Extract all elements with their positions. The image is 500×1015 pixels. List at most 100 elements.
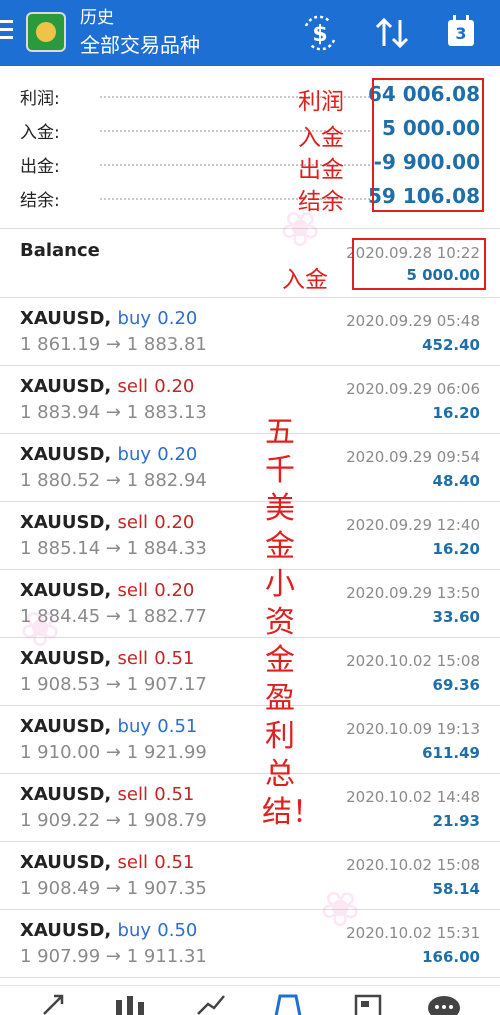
trade-symbol-line: XAUUSD, sell 0.20 <box>20 512 194 533</box>
summary-label: 出金: <box>20 157 60 177</box>
open-price: 1 908.53 <box>20 674 101 695</box>
bottom-nav <box>0 985 500 1015</box>
trade-profit: 21.93 <box>432 812 480 830</box>
trade-volume: 0.51 <box>154 852 195 873</box>
quotes-icon[interactable] <box>34 990 74 1015</box>
trade-symbol-line: XAUUSD, buy 0.20 <box>20 444 197 465</box>
trade-prices: 1 909.22 → 1 908.79 <box>20 810 207 831</box>
annotation-box-summary <box>372 78 484 212</box>
trade-profit: 48.40 <box>432 472 480 490</box>
trade-volume: 0.51 <box>157 716 198 737</box>
arrow-right-icon: → <box>100 402 127 423</box>
trade-type: sell <box>117 512 148 533</box>
annotation-profit: 利润 <box>298 89 344 115</box>
trade-volume: 0.20 <box>157 308 198 329</box>
arrow-right-icon: → <box>100 878 127 899</box>
trade-row[interactable]: XAUUSD, buy 0.51 1 910.00 → 1 921.99 2020.… <box>0 706 500 774</box>
trade-row[interactable]: XAUUSD, sell 0.51 1 908.53 → 1 907.17 2020… <box>0 638 500 706</box>
trade-prices: 1 908.53 → 1 907.17 <box>20 674 207 695</box>
trade-prices: 1 880.52 → 1 882.94 <box>20 470 207 491</box>
app-logo <box>26 12 66 52</box>
news-icon[interactable] <box>348 990 388 1015</box>
separator: , <box>104 648 118 669</box>
trade-prices: 1 907.99 → 1 911.31 <box>20 946 207 967</box>
trade-row[interactable]: XAUUSD, sell 0.51 1 908.49 → 1 907.35 2020… <box>0 842 500 910</box>
close-price: 1 883.81 <box>126 334 207 355</box>
trade-row[interactable]: XAUUSD, buy 0.50 1 907.99 → 1 911.31 2020.… <box>0 910 500 978</box>
close-price: 1 911.31 <box>126 946 207 967</box>
arrow-right-icon: → <box>100 742 127 763</box>
trade-time: 2020.10.02 15:08 <box>346 652 480 670</box>
trade-time: 2020.10.02 15:08 <box>346 856 480 874</box>
trade-prices: 1 883.94 → 1 883.13 <box>20 402 207 423</box>
annotation-box-balance <box>352 238 486 290</box>
trade-type: buy <box>117 444 152 465</box>
annotation-deposit: 入金 <box>298 125 344 151</box>
trade-row[interactable]: XAUUSD, buy 0.20 1 880.52 → 1 882.94 2020.… <box>0 434 500 502</box>
chat-icon[interactable] <box>424 990 464 1015</box>
trade-symbol: XAUUSD <box>20 308 105 329</box>
trade-profit: 16.20 <box>432 404 480 422</box>
trade-type: sell <box>117 784 148 805</box>
trade-volume: 0.20 <box>157 444 198 465</box>
annotation-balance-deposit: 入金 <box>282 267 328 293</box>
arrow-right-icon: → <box>100 538 127 559</box>
close-price: 1 907.17 <box>126 674 207 695</box>
separator: , <box>104 784 118 805</box>
open-price: 1 908.49 <box>20 878 101 899</box>
close-price: 1 921.99 <box>126 742 207 763</box>
trade-time: 2020.09.29 12:40 <box>346 516 480 534</box>
trade-time: 2020.10.09 19:13 <box>346 720 480 738</box>
trade-symbol-line: XAUUSD, sell 0.20 <box>20 376 194 397</box>
trade-volume: 0.20 <box>154 512 195 533</box>
trade-type: buy <box>117 308 152 329</box>
separator: , <box>104 444 118 465</box>
trade-row[interactable]: XAUUSD, sell 0.51 1 909.22 → 1 908.79 2020… <box>0 774 500 842</box>
trade-icon[interactable] <box>190 990 230 1015</box>
trade-volume: 0.51 <box>154 784 195 805</box>
trade-volume: 0.50 <box>157 920 198 941</box>
trade-row[interactable]: XAUUSD, sell 0.20 1 885.14 → 1 884.33 2020… <box>0 502 500 570</box>
trade-symbol-line: XAUUSD, sell 0.51 <box>20 852 194 873</box>
trade-time: 2020.10.02 15:31 <box>346 924 480 942</box>
arrow-right-icon: → <box>100 674 127 695</box>
trade-type: sell <box>117 580 148 601</box>
app-header: 历史 全部交易品种 $ 3 <box>0 0 500 66</box>
balance-label: Balance <box>20 240 100 261</box>
trade-time: 2020.09.29 09:54 <box>346 448 480 466</box>
arrow-right-icon: → <box>100 606 127 627</box>
close-price: 1 908.79 <box>126 810 207 831</box>
separator: , <box>104 920 118 941</box>
trade-profit: 611.49 <box>422 744 480 762</box>
currency-icon[interactable]: $ <box>300 14 340 52</box>
separator: , <box>104 308 118 329</box>
trade-row[interactable]: XAUUSD, sell 0.20 1 883.94 → 1 883.13 2020… <box>0 366 500 434</box>
trade-symbol-line: XAUUSD, sell 0.51 <box>20 784 194 805</box>
trade-row[interactable]: XAUUSD, buy 0.20 1 861.19 → 1 883.81 2020.… <box>0 298 500 366</box>
page-title: 历史 <box>80 8 114 28</box>
trade-symbol: XAUUSD <box>20 376 105 397</box>
symbol-filter[interactable]: 全部交易品种 <box>80 32 200 58</box>
trade-type: sell <box>117 648 148 669</box>
divider <box>0 977 500 978</box>
sort-icon[interactable] <box>372 14 412 52</box>
trade-type: sell <box>117 852 148 873</box>
separator: , <box>104 512 118 533</box>
separator: , <box>104 716 118 737</box>
calendar-badge: 3 <box>448 15 474 46</box>
open-price: 1 885.14 <box>20 538 101 559</box>
trade-volume: 0.51 <box>154 648 195 669</box>
trade-symbol: XAUUSD <box>20 444 105 465</box>
trade-time: 2020.09.29 13:50 <box>346 584 480 602</box>
menu-icon[interactable] <box>0 20 14 42</box>
open-price: 1 883.94 <box>20 402 101 423</box>
summary-label: 结余: <box>20 191 60 211</box>
trade-row[interactable]: XAUUSD, sell 0.20 1 884.45 → 1 882.77 2020… <box>0 570 500 638</box>
history-icon[interactable] <box>268 990 308 1015</box>
divider <box>0 228 500 229</box>
close-price: 1 907.35 <box>126 878 207 899</box>
calendar-icon[interactable]: 3 <box>440 14 480 52</box>
arrow-right-icon: → <box>100 810 127 831</box>
chart-icon[interactable] <box>110 990 150 1015</box>
trade-profit: 16.20 <box>432 540 480 558</box>
